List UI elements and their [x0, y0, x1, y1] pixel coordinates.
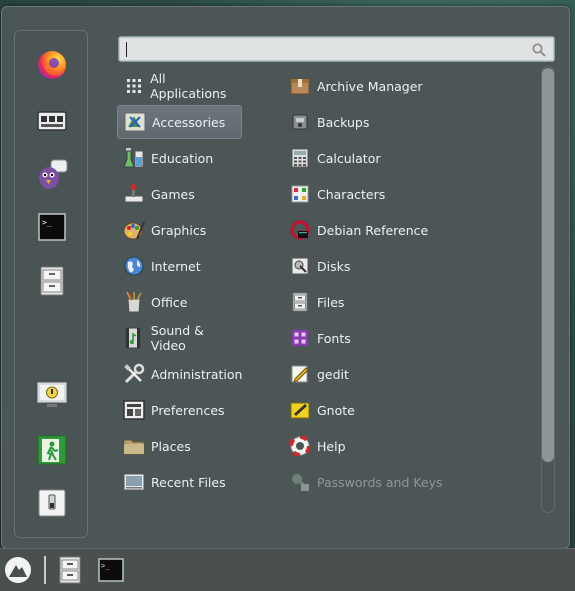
notes-icon — [289, 399, 311, 421]
category-graphics[interactable]: Graphics — [117, 213, 242, 247]
calculator-icon — [289, 147, 311, 169]
app-label: Fonts — [317, 330, 351, 346]
category-education[interactable]: Education — [117, 141, 242, 175]
category-places[interactable]: Places — [117, 429, 242, 463]
sound-video-icon — [123, 327, 145, 349]
text-editor-icon — [289, 363, 311, 385]
category-all-applications[interactable]: All Applications — [117, 69, 242, 103]
app-backups[interactable]: Backups — [283, 105, 528, 139]
file-cabinet-icon[interactable] — [34, 263, 70, 299]
app-label: gedit — [317, 366, 349, 382]
svg-text:>_: >_ — [42, 218, 52, 227]
keys-icon — [289, 471, 311, 493]
preferences-icon — [123, 399, 145, 421]
category-games[interactable]: Games — [117, 177, 242, 211]
search-input[interactable] — [125, 40, 529, 60]
education-icon — [123, 147, 145, 169]
app-label: Characters — [317, 186, 386, 202]
internet-icon — [123, 255, 145, 277]
svg-text:>_: >_ — [101, 562, 110, 570]
category-label: Office — [151, 294, 188, 310]
lock-screen-icon[interactable] — [34, 378, 70, 414]
app-label: Files — [317, 294, 345, 310]
terminal-icon[interactable]: >_ — [95, 554, 127, 586]
category-internet[interactable]: Internet — [117, 249, 242, 283]
category-label: Preferences — [151, 402, 225, 418]
app-characters[interactable]: Characters — [283, 177, 528, 211]
characters-icon — [289, 183, 311, 205]
disks-icon — [289, 255, 311, 277]
debian-icon — [289, 219, 311, 241]
resize-grip-icon[interactable] — [547, 257, 550, 272]
folder-icon — [123, 435, 145, 457]
category-sound-video[interactable]: Sound & Video — [117, 321, 242, 355]
pidgin-icon[interactable] — [34, 156, 70, 192]
category-label: All Applications — [150, 71, 227, 101]
app-label: Calculator — [317, 150, 381, 166]
archive-icon — [289, 75, 311, 97]
category-label: Places — [151, 438, 191, 454]
category-label: Recent Files — [151, 474, 226, 490]
app-debian-reference[interactable]: Debian Reference — [283, 213, 528, 247]
games-icon — [123, 183, 145, 205]
terminal-icon[interactable]: >_ — [34, 209, 70, 245]
favorites-sidebar: >_ — [14, 30, 88, 538]
category-label: Sound & Video — [150, 323, 204, 353]
app-archive-manager[interactable]: Archive Manager — [283, 69, 528, 103]
application-menu: >_ All Applications Accessories Educatio… — [1, 6, 570, 549]
app-label: Archive Manager — [317, 78, 423, 94]
firefox-icon[interactable] — [34, 47, 70, 83]
app-label: Backups — [317, 114, 370, 130]
backups-icon — [289, 111, 311, 133]
category-label: Accessories — [152, 114, 226, 130]
shutdown-icon[interactable] — [34, 485, 70, 521]
app-disks[interactable]: Disks — [283, 249, 528, 283]
category-preferences[interactable]: Preferences — [117, 393, 242, 427]
app-label: Passwords and Keys — [317, 474, 443, 490]
search-icon — [532, 42, 546, 61]
app-gedit[interactable]: gedit — [283, 357, 528, 391]
app-label: Help — [317, 438, 346, 454]
app-gnote[interactable]: Gnote — [283, 393, 528, 427]
app-label: Disks — [317, 258, 351, 274]
file-cabinet-icon — [289, 291, 311, 313]
app-fonts[interactable]: Fonts — [283, 321, 528, 355]
app-passwords-and-keys[interactable]: Passwords and Keys — [283, 465, 528, 499]
menu-icon[interactable] — [2, 554, 34, 586]
graphics-icon — [123, 219, 145, 241]
search-box[interactable] — [118, 36, 555, 62]
app-files[interactable]: Files — [283, 285, 528, 319]
fonts-icon — [289, 327, 311, 349]
app-label: Gnote — [317, 402, 355, 418]
category-label: Games — [151, 186, 195, 202]
scrollbar[interactable] — [541, 66, 555, 513]
category-label: Graphics — [151, 222, 207, 238]
category-office[interactable]: Office — [117, 285, 242, 319]
accessories-icon — [124, 111, 146, 133]
app-help[interactable]: Help — [283, 429, 528, 463]
category-label: Education — [151, 150, 214, 166]
logout-icon[interactable] — [34, 432, 70, 468]
panel-separator — [44, 556, 46, 584]
recent-files-icon — [123, 471, 145, 493]
category-label: Administration — [151, 366, 243, 382]
category-label: Internet — [151, 258, 201, 274]
app-calculator[interactable]: Calculator — [283, 141, 528, 175]
help-icon — [289, 435, 311, 457]
grid-icon — [123, 75, 144, 97]
drive-manager-icon[interactable] — [34, 102, 70, 138]
category-recent-files[interactable]: Recent Files — [117, 465, 242, 499]
office-icon — [123, 291, 145, 313]
file-cabinet-icon[interactable] — [54, 554, 86, 586]
app-label: Debian Reference — [317, 222, 429, 238]
category-accessories[interactable]: Accessories — [117, 105, 242, 139]
category-administration[interactable]: Administration — [117, 357, 242, 391]
bottom-panel: >_ — [0, 548, 575, 591]
administration-icon — [123, 363, 145, 385]
